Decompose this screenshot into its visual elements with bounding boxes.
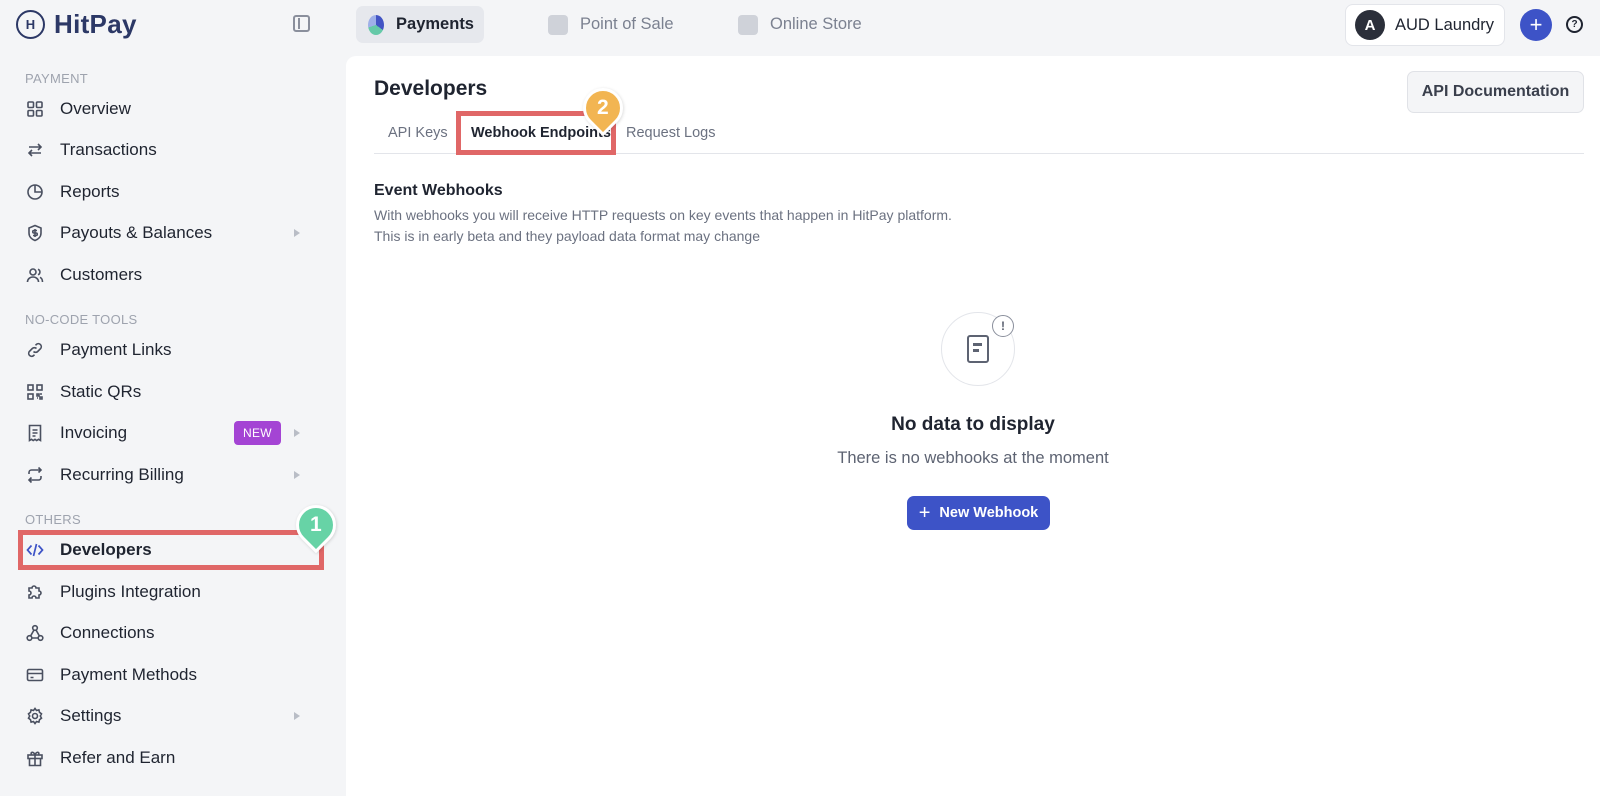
sidebar-item-overview[interactable]: Overview <box>0 90 320 128</box>
plus-icon: + <box>918 502 931 524</box>
sidebar-item-label: Invoicing <box>60 423 128 442</box>
new-badge: NEW <box>234 421 281 445</box>
link-icon <box>27 342 43 358</box>
pos-icon <box>548 14 568 35</box>
tab-request-logs[interactable]: Request Logs <box>626 125 715 141</box>
sidebar-item-payment-methods[interactable]: Payment Methods <box>0 656 320 694</box>
help-icon[interactable]: ? <box>1566 16 1583 33</box>
sidebar-item-label: Transactions <box>60 140 157 159</box>
sidebar-item-transactions[interactable]: Transactions <box>0 131 320 169</box>
sidebar: PAYMENT Overview Transactions Reports Pa… <box>0 50 346 796</box>
sidebar-item-settings[interactable]: Settings <box>0 697 320 735</box>
sidebar-item-label: Recurring Billing <box>60 465 184 484</box>
sidebar-item-label: Plugins Integration <box>60 582 201 601</box>
sidebar-item-invoicing[interactable]: Invoicing NEW <box>0 414 320 452</box>
pie-chart-icon <box>27 184 43 200</box>
section-description-line: With webhooks you will receive HTTP requ… <box>374 207 952 223</box>
app-tab-payments[interactable]: Payments <box>356 6 484 43</box>
app-tab-online-store[interactable]: Online Store <box>726 6 872 43</box>
section-label-no-code-tools: NO-CODE TOOLS <box>25 312 138 327</box>
account-name: AUD Laundry <box>1395 15 1495 34</box>
app-tab-point-of-sale[interactable]: Point of Sale <box>536 6 684 43</box>
sidebar-item-payment-links[interactable]: Payment Links <box>0 331 320 369</box>
sidebar-item-refer-and-earn[interactable]: Refer and Earn <box>0 739 320 777</box>
sidebar-item-label: Refer and Earn <box>60 748 176 767</box>
document-icon <box>967 335 989 363</box>
network-icon <box>26 624 44 642</box>
repeat-icon <box>27 466 43 484</box>
gift-icon <box>27 751 43 767</box>
sidebar-item-customers[interactable]: Customers <box>0 256 320 294</box>
app-tab-label: Payments <box>396 15 474 33</box>
hitpay-logo[interactable]: H HitPay <box>16 9 137 40</box>
collapse-sidebar-icon[interactable] <box>293 15 310 32</box>
sidebar-item-label: Payouts & Balances <box>60 223 213 242</box>
sidebar-item-label: Static QRs <box>60 382 142 401</box>
sidebar-item-label: Customers <box>60 265 143 284</box>
puzzle-icon <box>28 585 42 599</box>
sidebar-item-label: Payment Links <box>60 340 172 359</box>
empty-state-illustration: ! <box>941 312 1015 386</box>
alert-icon: ! <box>992 315 1014 337</box>
sidebar-item-label: Reports <box>60 182 120 201</box>
sidebar-item-label: Connections <box>60 623 155 642</box>
grid-icon <box>27 101 43 117</box>
tab-api-keys[interactable]: API Keys <box>388 125 448 141</box>
card-icon <box>26 668 44 682</box>
shield-dollar-icon <box>28 224 42 242</box>
section-description-line: This is in early beta and they payload d… <box>374 228 760 244</box>
sidebar-item-label: Payment Methods <box>60 665 198 684</box>
chevron-right-icon <box>294 429 300 437</box>
step-marker-label: 1 <box>310 513 322 536</box>
invoice-icon <box>28 424 42 442</box>
sidebar-item-connections[interactable]: Connections <box>0 614 320 652</box>
page-title: Developers <box>374 77 488 100</box>
sidebar-item-static-qrs[interactable]: Static QRs <box>0 373 320 411</box>
logo-text: HitPay <box>54 9 137 39</box>
arrows-swap-icon <box>27 143 43 157</box>
section-title: Event Webhooks <box>374 182 503 199</box>
chevron-right-icon <box>294 229 300 237</box>
chevron-right-icon <box>294 712 300 720</box>
account-switcher[interactable]: A AUD Laundry <box>1345 4 1505 46</box>
app-tab-label: Online Store <box>770 15 862 33</box>
sidebar-item-reports[interactable]: Reports <box>0 173 320 211</box>
sidebar-item-recurring-billing[interactable]: Recurring Billing <box>0 456 320 494</box>
gear-icon <box>27 707 43 725</box>
api-documentation-button[interactable]: API Documentation <box>1407 71 1584 113</box>
empty-state-title: No data to display <box>891 414 1055 435</box>
new-webhook-button[interactable]: + New Webhook <box>907 496 1050 530</box>
qr-icon <box>27 384 43 400</box>
sidebar-item-label: Settings <box>60 706 122 725</box>
users-icon <box>26 268 44 283</box>
new-webhook-label: New Webhook <box>939 505 1039 521</box>
top-bar: H HitPay Payments Point of Sale Online S… <box>0 0 1600 50</box>
avatar: A <box>1355 10 1385 40</box>
create-button[interactable]: + <box>1520 9 1552 41</box>
payments-icon <box>368 14 385 35</box>
sidebar-item-label: Overview <box>60 99 131 118</box>
sidebar-item-payouts-balances[interactable]: Payouts & Balances <box>0 214 320 252</box>
highlight-box-developers <box>18 530 324 570</box>
app-tab-label: Point of Sale <box>580 15 674 33</box>
main-panel: Developers API Documentation API Keys We… <box>346 56 1600 796</box>
logo-mark-icon: H <box>16 10 45 39</box>
store-icon <box>738 14 758 35</box>
section-label-others: OTHERS <box>25 512 81 527</box>
section-label-payment: PAYMENT <box>25 71 89 86</box>
sidebar-item-plugins-integration[interactable]: Plugins Integration <box>0 573 320 611</box>
chevron-right-icon <box>294 471 300 479</box>
section-description: With webhooks you will receive HTTP requ… <box>374 205 952 247</box>
step-marker-label: 2 <box>597 96 609 119</box>
empty-state-subtitle: There is no webhooks at the moment <box>837 449 1109 467</box>
